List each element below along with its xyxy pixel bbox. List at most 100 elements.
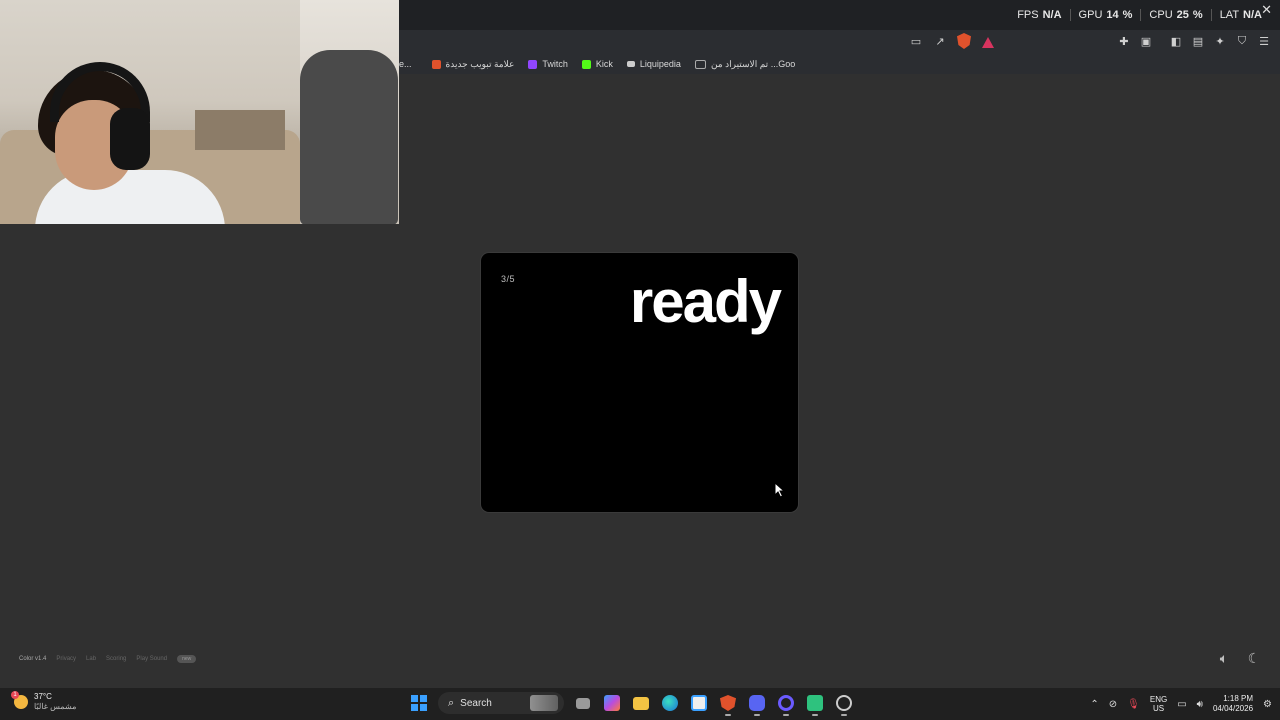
system-tray: ⌃ ⊘ 🎙︎ ENG US ▭ 🔊︎ 1:18 PM 04/04/2026 ⚙ (1090, 690, 1272, 718)
weather-sun-icon: 1 (11, 691, 28, 709)
start-button[interactable] (409, 692, 429, 714)
volume-icon[interactable]: 🔈︎ (1216, 651, 1232, 667)
address-bar-actions: ▭ ↗ (908, 33, 996, 49)
fps-value: N/A (1042, 9, 1062, 21)
new-badge: new (177, 655, 197, 663)
network-off-icon[interactable]: ⊘ (1109, 699, 1117, 710)
gpu-label: GPU (1078, 9, 1103, 21)
record-icon (836, 695, 852, 711)
toolbar-right-icons: ✚ ▣ ◧ ▤ ✦ ⛉ ☰ (1116, 33, 1272, 49)
taskbar-search[interactable]: ⌕ Search (438, 692, 564, 714)
footer-link-privacy[interactable]: Privacy (56, 656, 76, 662)
taskbar-apps: ⌕ Search (409, 692, 854, 716)
fps-label: FPS (1017, 9, 1039, 21)
cpu-stat: CPU 25% (1140, 9, 1210, 21)
microphone-icon[interactable]: 🎙︎ (1127, 699, 1140, 710)
round-counter: 3/5 (501, 274, 516, 284)
footer-link-lab[interactable]: Lab (86, 656, 96, 662)
share-icon[interactable]: ↗ (932, 33, 948, 49)
discord-icon (749, 695, 765, 711)
bookmark-kick[interactable]: Kick (581, 59, 613, 69)
bookmark-folder-imported[interactable]: تم الاستيراد من ...Goo (694, 58, 796, 70)
cpu-percent: % (1192, 9, 1203, 21)
bookmark-twitch[interactable]: Twitch (528, 59, 568, 69)
lang-region: US (1152, 704, 1165, 713)
chat-app[interactable] (805, 692, 825, 716)
lat-label: LAT (1219, 9, 1240, 21)
edge-icon (662, 695, 678, 711)
leo-ai-icon[interactable]: ✦ (1212, 33, 1228, 49)
weather-description: مشمس غالبًا (34, 702, 77, 711)
lat-value: N/A (1243, 9, 1262, 21)
vpn-icon[interactable]: ⛉ (1234, 33, 1250, 49)
weather-temperature: 37°C (34, 692, 52, 701)
bookmark-liquipedia[interactable]: Liquipedia (626, 59, 681, 69)
bookmark-label: علامة تبويب جديدة (445, 58, 515, 69)
brave-icon (720, 695, 736, 711)
task-view-icon (576, 697, 590, 709)
weather-widget[interactable]: 1 37°C مشمس غالبًا (11, 691, 77, 712)
brave-icon (431, 59, 441, 69)
footer-link-scoring[interactable]: Scoring (106, 656, 126, 662)
search-icon: ⌕ (448, 696, 455, 709)
chevron-up-icon[interactable]: ⌃ (1090, 699, 1098, 710)
search-highlight-image (530, 695, 558, 711)
m365-icon (604, 695, 620, 711)
page-controls: 🔈︎ ☾ (1216, 651, 1262, 667)
sidebar-icon[interactable]: ◧ (1168, 33, 1184, 49)
wallet-icon[interactable]: ▣ (1138, 33, 1154, 49)
color-game-card[interactable]: 3/5 ready (481, 253, 798, 512)
search-label: Search (460, 697, 492, 709)
gpu-percent: % (1122, 9, 1133, 21)
kick-icon (581, 59, 591, 69)
extensions-icon[interactable]: ✚ (1116, 33, 1132, 49)
cpu-label: CPU (1149, 9, 1173, 21)
cpu-value: 25 (1176, 9, 1189, 21)
liquipedia-icon (626, 61, 635, 67)
bookmark-label: Twitch (542, 59, 568, 69)
twitch-icon (528, 59, 538, 69)
bookmark-truncated[interactable]: e... (399, 59, 412, 69)
fps-stat: FPS N/A (1009, 9, 1069, 21)
recorder-app[interactable] (834, 692, 854, 716)
bookmark-label: Kick (595, 59, 613, 69)
store-app[interactable] (689, 692, 709, 714)
footer-link-play-sound[interactable]: Play Sound (136, 656, 167, 662)
bookmark-new-tab[interactable]: علامة تبويب جديدة (431, 58, 515, 70)
cast-icon[interactable]: ▭ (908, 33, 924, 49)
edge-app[interactable] (660, 692, 680, 714)
clock-time: 1:18 PM (1223, 694, 1254, 703)
performance-overlay: FPS N/A GPU 14% CPU 25% LAT N/A (1009, 0, 1270, 30)
display-icon[interactable]: ▭ (1177, 699, 1186, 710)
notification-badge: 1 (11, 691, 19, 699)
clock-date: 04/04/2026 (1212, 704, 1254, 713)
m365-app[interactable] (602, 692, 622, 714)
store-icon (691, 695, 707, 711)
app-version: Color v1.4 (19, 656, 47, 662)
bookmark-label: تم الاستيراد من ...Goo (710, 58, 796, 69)
windows-logo-icon (411, 695, 427, 711)
brave-rewards-icon[interactable] (980, 33, 996, 49)
file-explorer-app[interactable] (631, 692, 651, 714)
close-icon[interactable]: ✕ (1261, 2, 1272, 18)
circle-app[interactable] (776, 692, 796, 716)
brave-app[interactable] (718, 692, 738, 716)
task-view-button[interactable] (573, 692, 593, 714)
discord-app[interactable] (747, 692, 767, 716)
brave-shields-icon[interactable] (956, 33, 972, 49)
windows-taskbar: 1 37°C مشمس غالبًا ⌕ Search ⌃ ⊘ 🎙︎ ENG U… (0, 688, 1280, 720)
page-footer: Color v1.4 Privacy Lab Scoring Play Soun… (19, 655, 197, 663)
menu-icon[interactable]: ☰ (1256, 33, 1272, 49)
folder-icon (633, 696, 649, 710)
speaker-icon[interactable]: 🔊︎ (1197, 699, 1203, 710)
chat-icon (807, 695, 823, 711)
dark-mode-icon[interactable]: ☾ (1246, 651, 1262, 667)
notifications-icon[interactable]: ⚙ (1263, 699, 1272, 710)
gpu-stat: GPU 14% (1069, 9, 1141, 21)
ring-app-icon (778, 695, 794, 711)
wallet-card-icon[interactable]: ▤ (1190, 33, 1206, 49)
ready-prompt: ready (629, 268, 782, 335)
language-indicator[interactable]: ENG US (1150, 695, 1167, 713)
bookmark-label: Liquipedia (639, 59, 681, 69)
clock[interactable]: 1:18 PM 04/04/2026 (1213, 694, 1253, 714)
